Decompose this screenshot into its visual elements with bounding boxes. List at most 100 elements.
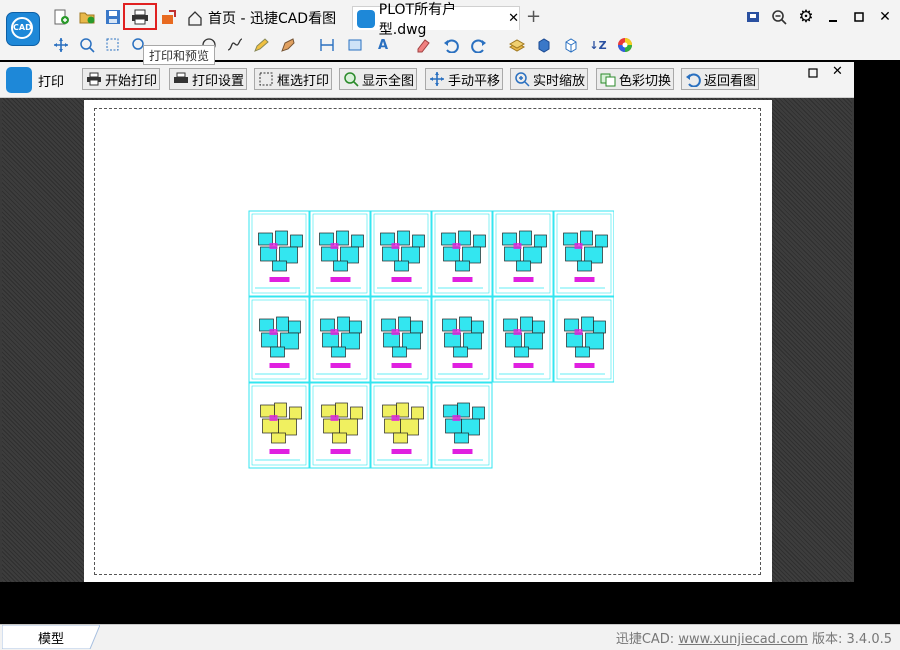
window-select-icon [258, 71, 274, 87]
version-number: 3.4.0.5 [846, 632, 892, 647]
open-folder-icon[interactable] [78, 8, 96, 26]
plan-room [336, 230, 349, 246]
show-all-icon [343, 71, 359, 87]
zoom-out-icon[interactable] [770, 8, 788, 26]
drawing-sheet [492, 210, 554, 297]
sheet-title-block [330, 277, 351, 282]
plan-room [261, 332, 278, 348]
tab-home-label: 首页 - 迅捷CAD看图 [208, 11, 337, 27]
drawing-sheet [431, 210, 493, 297]
new-tab-button[interactable]: + [526, 6, 541, 27]
new-file-icon[interactable] [52, 8, 70, 26]
drawing-sheet [248, 296, 310, 383]
drawing-sheet [370, 296, 432, 383]
plan-room [384, 418, 401, 434]
plan-room [584, 246, 603, 264]
block-icon[interactable] [535, 36, 553, 54]
layer-icon[interactable] [508, 36, 526, 54]
home-icon [186, 9, 204, 27]
return-view-button[interactable]: 返回看图 [681, 68, 759, 90]
plan-room [458, 230, 471, 246]
plan-room [459, 316, 472, 332]
sort-icon[interactable]: ↓Z [589, 36, 607, 54]
close-icon[interactable]: ✕ [876, 8, 894, 26]
plan-room [585, 332, 604, 350]
undo-icon[interactable] [442, 36, 460, 54]
plan-room [279, 246, 298, 264]
start-print-button[interactable]: 开始打印 [82, 68, 160, 90]
minimize-icon[interactable] [824, 8, 842, 26]
panel-maximize-icon[interactable] [806, 66, 820, 80]
dimension-icon[interactable] [318, 36, 336, 54]
plan-room [396, 402, 409, 418]
plan-room [471, 320, 484, 334]
color-switch-button[interactable]: 色彩切换 [596, 68, 674, 90]
plan-room [383, 332, 400, 348]
app-logo-text: CAD [11, 17, 33, 39]
maximize-icon[interactable] [850, 8, 868, 26]
plan-room [333, 260, 348, 272]
tab-home[interactable]: 首页 - 迅捷CAD看图 [186, 6, 342, 30]
plan-accent [452, 415, 461, 421]
return-view-label: 返回看图 [704, 73, 757, 89]
drawing-sheet [309, 210, 371, 297]
floor-plan-drawing [248, 210, 614, 469]
plan-room [463, 332, 482, 350]
print-settings-button[interactable]: 打印设置 [169, 68, 247, 90]
redo-icon[interactable] [470, 36, 488, 54]
text-icon[interactable]: A [374, 36, 392, 54]
plan-room [595, 234, 608, 248]
pencil-icon[interactable] [252, 36, 270, 54]
realtime-zoom-button[interactable]: 实时缩放 [510, 68, 588, 90]
export-icon[interactable] [160, 8, 178, 26]
tab-file-label: PLOT所有户型.dwg [378, 1, 457, 38]
pin-icon[interactable] [744, 8, 762, 26]
sheet-title-block [330, 363, 351, 368]
plan-room [534, 234, 547, 248]
drawing-sheet [370, 210, 432, 297]
print-icon[interactable] [131, 8, 149, 26]
panel-close-icon[interactable]: ✕ [832, 64, 843, 79]
plan-room [398, 316, 411, 332]
eraser-icon[interactable] [414, 36, 432, 54]
zoom-window-icon[interactable] [78, 36, 96, 54]
website-link[interactable]: www.xunjiecad.com [678, 632, 808, 647]
plan-room [505, 332, 522, 348]
plan-accent [269, 243, 278, 249]
drawing-sheet [492, 296, 554, 383]
manual-pan-button[interactable]: 手动平移 [425, 68, 503, 90]
plan-room [472, 406, 485, 420]
print-panel-title: 打印 [38, 75, 65, 90]
plan-accent [452, 329, 461, 335]
plan-accent [513, 243, 522, 249]
markup-icon[interactable] [279, 36, 297, 54]
window-print-button[interactable]: 框选打印 [254, 68, 332, 90]
sheet-title-block [452, 277, 473, 282]
plan-room [519, 230, 532, 246]
plan-room [278, 418, 297, 436]
gear-icon[interactable]: ⚙ [797, 7, 815, 27]
area-icon[interactable] [346, 36, 364, 54]
plan-room [473, 234, 486, 248]
3d-view-icon[interactable] [562, 36, 580, 54]
sheet-title-block [574, 277, 595, 282]
plan-accent [391, 415, 400, 421]
app-logo[interactable]: CAD [6, 12, 40, 46]
plan-room [445, 418, 462, 434]
plan-room [401, 246, 420, 264]
polyline-icon[interactable] [226, 36, 244, 54]
sheet-title-block [269, 363, 290, 368]
tab-close-icon[interactable]: ✕ [508, 11, 519, 26]
pan-icon[interactable] [52, 36, 70, 54]
drawing-sheet [553, 296, 614, 383]
color-wheel-icon[interactable] [616, 36, 634, 54]
show-all-button[interactable]: 显示全图 [339, 68, 417, 90]
print-settings-label: 打印设置 [192, 73, 245, 89]
sheet-title-block [330, 449, 351, 454]
tab-file[interactable]: PLOT所有户型.dwg ✕ [352, 2, 520, 38]
plan-accent [391, 243, 400, 249]
plan-room [514, 346, 529, 358]
save-icon[interactable] [104, 8, 122, 26]
select-icon[interactable] [104, 36, 122, 54]
print-preview-tooltip: 打印和预览 [143, 45, 215, 65]
